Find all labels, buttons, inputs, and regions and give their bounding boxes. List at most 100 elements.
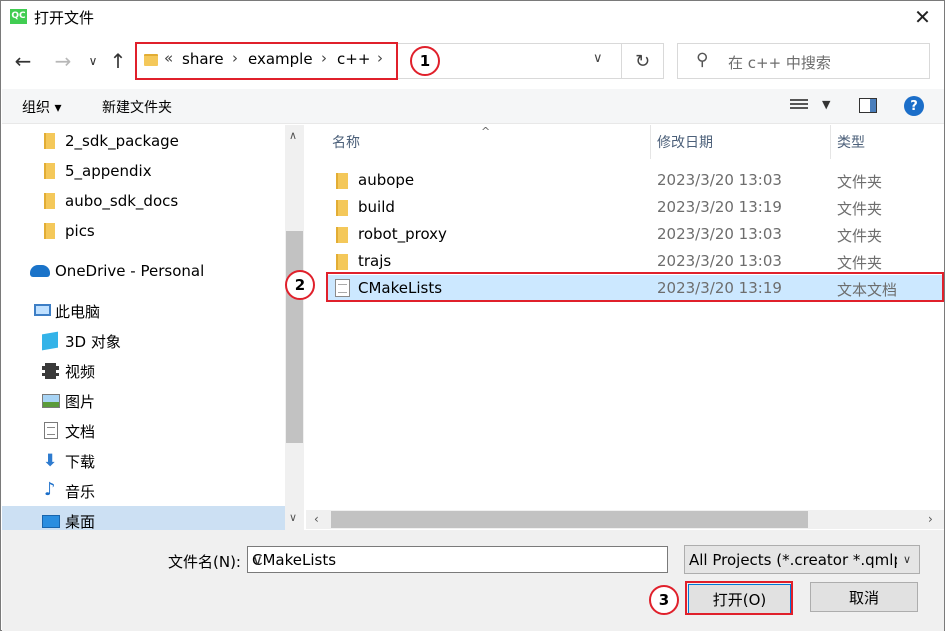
- folder-icon: [336, 254, 348, 270]
- cube-icon: [42, 331, 58, 351]
- back-button[interactable]: ←: [10, 47, 36, 75]
- chevron-down-icon[interactable]: ∨: [252, 551, 263, 569]
- filetype-select[interactable]: All Projects (*.creator *.qmlp ∨: [684, 545, 920, 574]
- folder-icon: [44, 163, 55, 179]
- callout-box-address: [135, 42, 398, 80]
- column-header-name[interactable]: 名称: [332, 125, 360, 159]
- file-name: robot_proxy: [358, 225, 447, 243]
- callout-3: 3: [649, 585, 679, 615]
- folder-icon: [336, 227, 348, 243]
- column-divider[interactable]: [650, 125, 651, 159]
- arrow-right-icon: →: [54, 49, 72, 73]
- nav-item-label: 图片: [65, 392, 96, 411]
- document-icon: [44, 422, 58, 439]
- file-type: 文件夹: [837, 173, 883, 191]
- refresh-icon: ↻: [634, 50, 651, 72]
- sort-ascending-icon: ^: [481, 125, 491, 138]
- close-button[interactable]: ✕: [901, 1, 944, 33]
- nav-item-this-pc[interactable]: 此电脑: [2, 296, 285, 326]
- search-placeholder: 在 c++ 中搜索: [728, 54, 831, 72]
- nav-item-label: 此电脑: [55, 302, 101, 321]
- preview-pane-icon[interactable]: [859, 98, 877, 113]
- file-name: trajs: [358, 252, 392, 270]
- recent-locations-button[interactable]: ∨: [80, 47, 106, 75]
- nav-item-label: 音乐: [65, 482, 96, 501]
- up-button[interactable]: ↑: [105, 47, 131, 75]
- folder-icon: [336, 173, 348, 189]
- callout-box-open: [685, 581, 793, 615]
- chevron-right-icon[interactable]: ›: [928, 512, 933, 526]
- address-history-dropdown[interactable]: ∨: [593, 51, 603, 66]
- folder-icon: [44, 223, 55, 239]
- music-icon: ♪: [44, 479, 56, 500]
- filename-input[interactable]: CMakeLists ∨: [247, 546, 668, 573]
- column-header-date[interactable]: 修改日期: [657, 125, 713, 159]
- organize-menu[interactable]: 组织 ▾: [22, 97, 61, 117]
- scrollbar-thumb[interactable]: [286, 231, 303, 443]
- file-type: 文件夹: [837, 254, 883, 272]
- callout-1: 1: [410, 46, 440, 76]
- search-input[interactable]: ⚲ 在 c++ 中搜索: [677, 43, 930, 79]
- nav-item-pictures[interactable]: 图片: [2, 386, 285, 416]
- nav-item-onedrive[interactable]: OneDrive - Personal: [2, 256, 285, 286]
- file-date: 2023/3/20 13:03: [657, 171, 782, 189]
- cancel-button-label: 取消: [848, 588, 879, 607]
- nav-item-music[interactable]: ♪ 音乐: [2, 476, 285, 506]
- file-row-robot-proxy[interactable]: robot_proxy 2023/3/20 13:03 文件夹: [326, 221, 944, 248]
- callout-2: 2: [285, 270, 315, 300]
- nav-item-label: 视频: [65, 362, 96, 381]
- file-type: 文件夹: [837, 200, 883, 218]
- nav-item-5-appendix[interactable]: 5_appendix: [2, 156, 285, 186]
- nav-item-desktop[interactable]: 桌面: [2, 506, 285, 530]
- chevron-down-icon[interactable]: ∨: [289, 511, 297, 524]
- file-row-aubope[interactable]: aubope 2023/3/20 13:03 文件夹: [326, 167, 944, 194]
- refresh-button[interactable]: ↻: [622, 43, 664, 79]
- navigation-pane: 2_sdk_package 5_appendix aubo_sdk_docs p…: [2, 125, 285, 530]
- file-type: 文件夹: [837, 227, 883, 245]
- forward-button[interactable]: →: [50, 47, 76, 75]
- close-icon: ✕: [914, 5, 931, 29]
- nav-item-videos[interactable]: 视频: [2, 356, 285, 386]
- nav-pane-scrollbar[interactable]: ∧ ∨: [285, 125, 304, 530]
- file-name: aubope: [358, 171, 415, 189]
- nav-item-downloads[interactable]: ⬇ 下载: [2, 446, 285, 476]
- nav-item-2-sdk-package[interactable]: 2_sdk_package: [2, 126, 285, 156]
- window-title: 打开文件: [34, 9, 95, 27]
- column-divider[interactable]: [830, 125, 831, 159]
- chevron-up-icon[interactable]: ∧: [289, 129, 297, 142]
- file-name: build: [358, 198, 395, 216]
- nav-item-3d-objects[interactable]: 3D 对象: [2, 326, 285, 356]
- cancel-button[interactable]: 取消: [810, 582, 918, 612]
- chevron-down-icon: ∨: [903, 553, 912, 566]
- nav-item-label: 桌面: [65, 512, 96, 531]
- view-options-dropdown[interactable]: ▼: [822, 98, 830, 111]
- file-date: 2023/3/20 13:03: [657, 225, 782, 243]
- scrollbar-thumb[interactable]: [331, 511, 808, 528]
- nav-item-documents[interactable]: 文档: [2, 416, 285, 446]
- chevron-left-icon[interactable]: ‹: [314, 512, 319, 526]
- nav-item-aubo-sdk-docs[interactable]: aubo_sdk_docs: [2, 186, 285, 216]
- folder-icon: [44, 133, 55, 149]
- chevron-down-icon: ∨: [593, 51, 603, 66]
- nav-item-label: 3D 对象: [65, 332, 121, 351]
- desktop-icon: [42, 515, 60, 528]
- folder-icon: [44, 193, 55, 209]
- file-date: 2023/3/20 13:19: [657, 198, 782, 216]
- file-list-scrollbar[interactable]: ‹ ›: [306, 510, 944, 529]
- view-options-icon[interactable]: [790, 99, 808, 113]
- column-header-type[interactable]: 类型: [837, 125, 865, 159]
- file-row-trajs[interactable]: trajs 2023/3/20 13:03 文件夹: [326, 248, 944, 275]
- file-date: 2023/3/20 13:03: [657, 252, 782, 270]
- nav-item-label: 5_appendix: [65, 162, 152, 180]
- filetype-value: All Projects (*.creator *.qmlp: [689, 551, 897, 569]
- file-list: ^ 名称 修改日期 类型 aubope 2023/3/20 13:03 文件夹 …: [306, 125, 944, 510]
- arrow-up-icon: ↑: [109, 49, 127, 73]
- title-bar: QC 打开文件 ✕: [1, 1, 944, 33]
- new-folder-button[interactable]: 新建文件夹: [102, 97, 172, 117]
- nav-item-pics[interactable]: pics: [2, 216, 285, 246]
- file-row-build[interactable]: build 2023/3/20 13:19 文件夹: [326, 194, 944, 221]
- nav-item-label: 下载: [65, 452, 96, 471]
- nav-item-label: 2_sdk_package: [65, 132, 179, 150]
- filename-label: 文件名(N):: [168, 553, 241, 571]
- help-icon[interactable]: ?: [904, 96, 924, 116]
